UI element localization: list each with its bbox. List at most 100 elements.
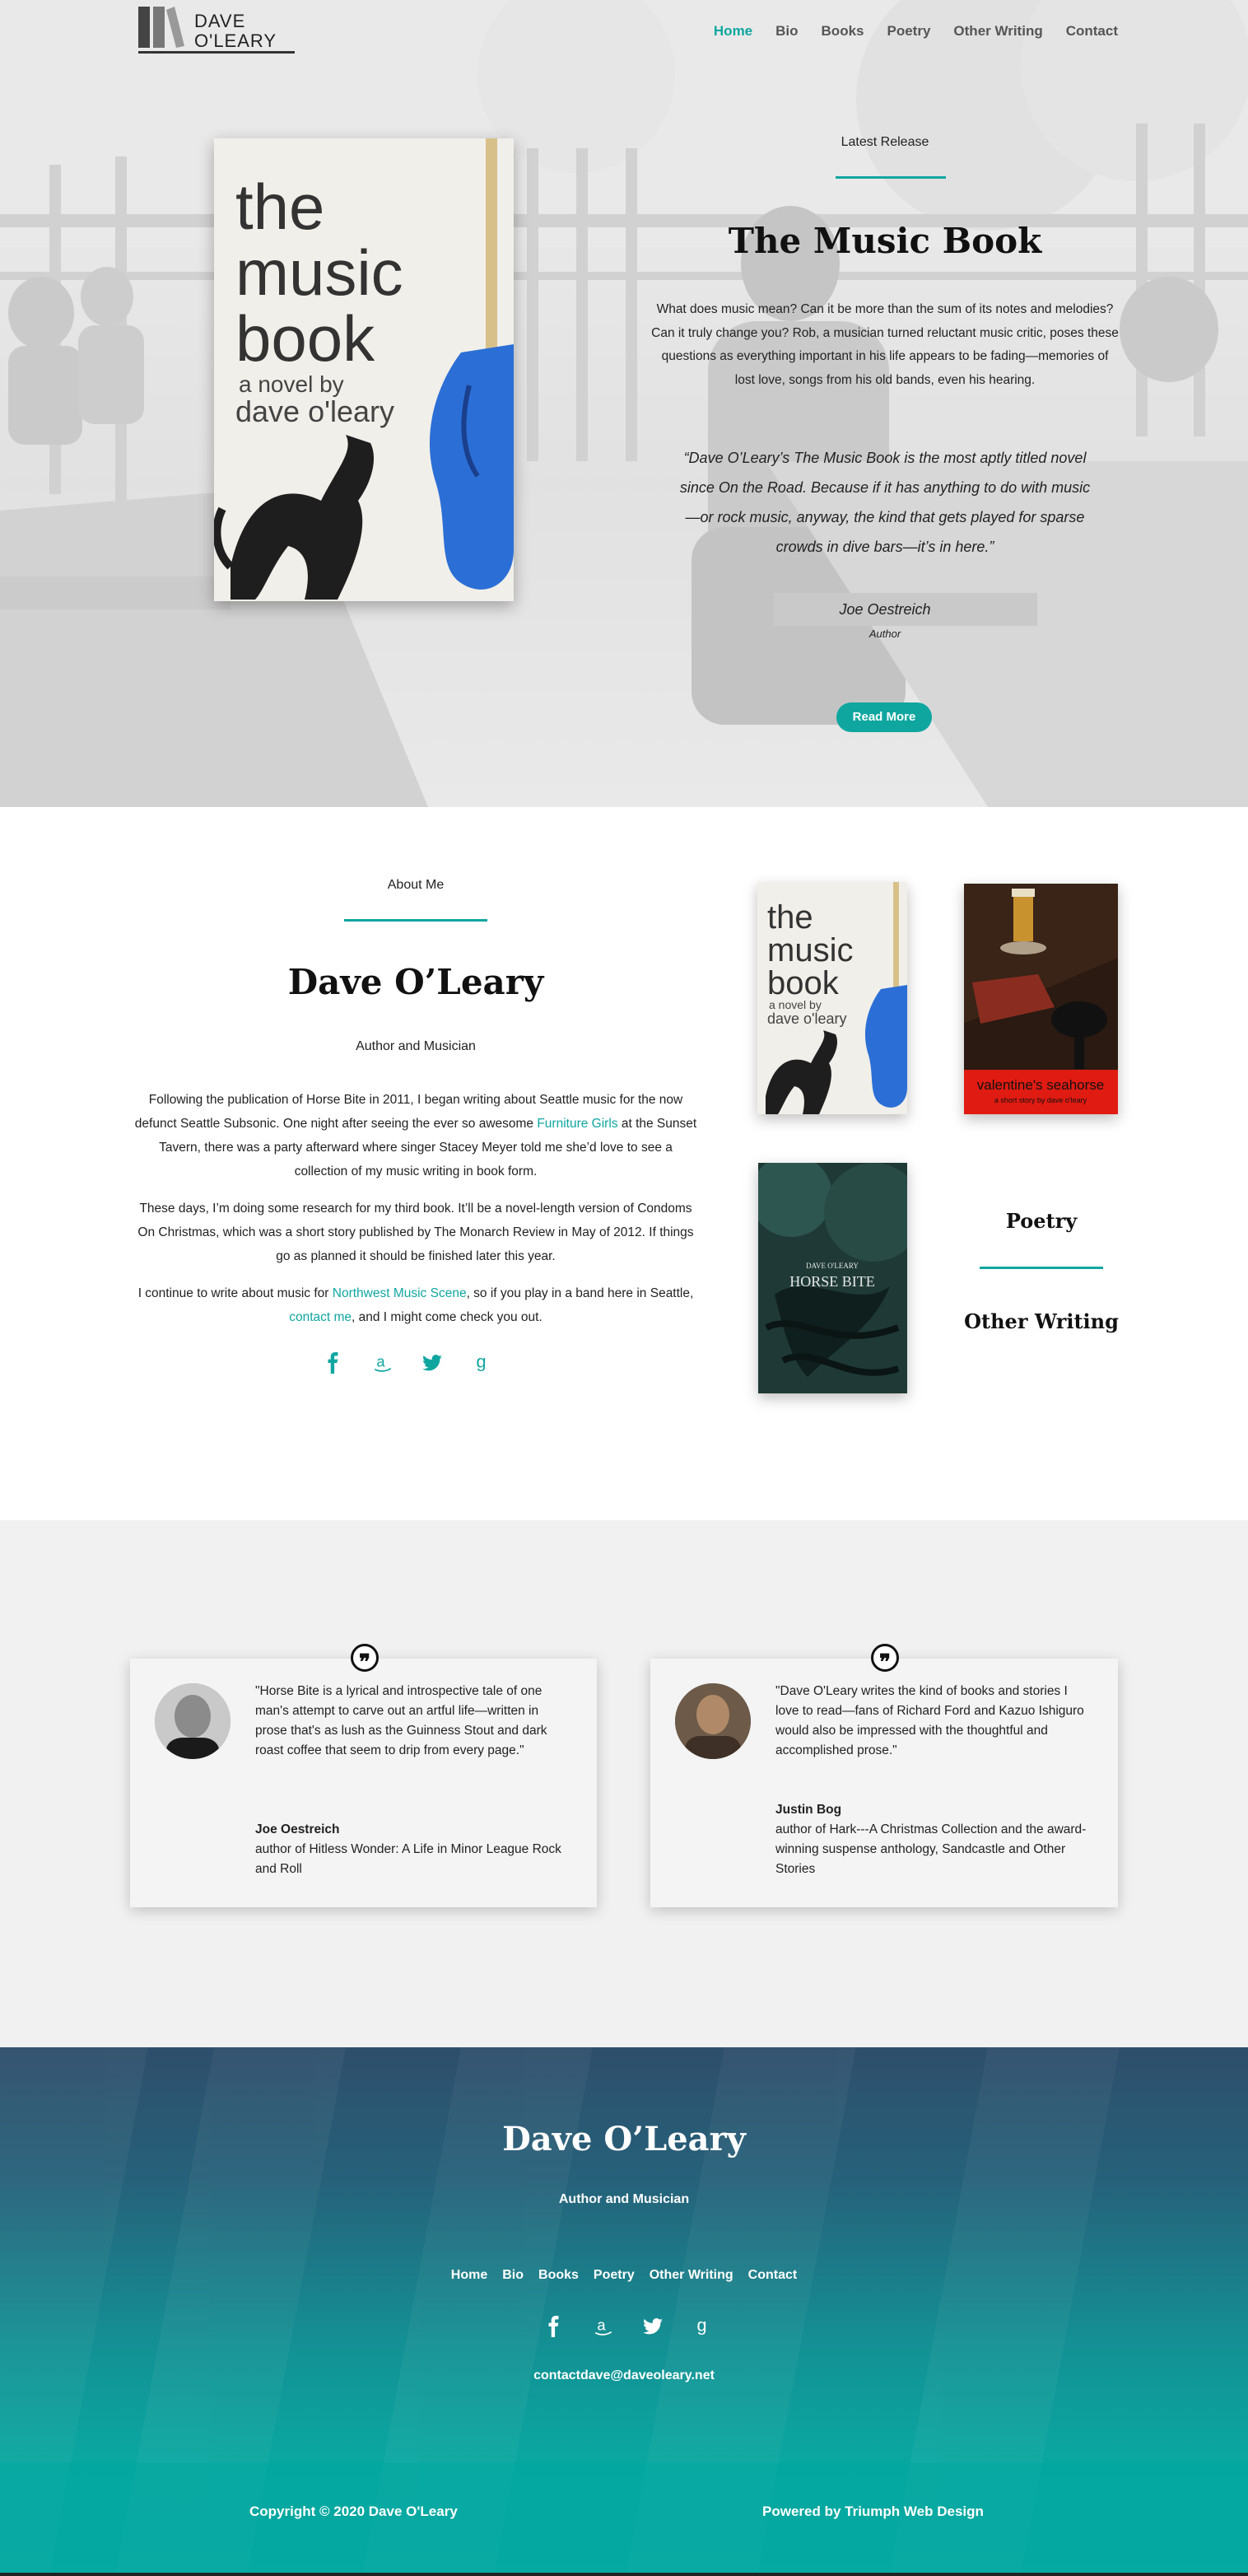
- testimonial-quote: "Horse Bite is a lyrical and introspecti…: [255, 1684, 547, 1757]
- logo-mark-icon: [138, 7, 184, 48]
- latest-release-cite-name: Joe Oestreich: [839, 601, 931, 618]
- nav-books[interactable]: Books: [822, 23, 864, 40]
- svg-text:a: a: [597, 2316, 606, 2333]
- book-thumb-music-book[interactable]: the music book a novel by dave o'leary: [757, 882, 907, 1114]
- about-label: About Me: [387, 878, 445, 892]
- avatar-joe-oestreich: [155, 1683, 231, 1759]
- about-divider: [344, 919, 487, 922]
- logo-line-2: O'LEARY: [194, 30, 277, 51]
- footer-baseline: [0, 2573, 1248, 2576]
- svg-text:g: g: [477, 1352, 487, 1371]
- hero-book-cover[interactable]: the music book a novel by dave o'leary: [214, 138, 514, 601]
- thumb-byline-1: a novel by: [769, 998, 822, 1011]
- svg-text:g: g: [697, 2316, 707, 2335]
- contact-me-link[interactable]: contact me: [289, 1310, 352, 1324]
- footer-social-links: a g: [542, 2314, 715, 2339]
- twitter-icon[interactable]: [640, 2314, 665, 2339]
- avatar: [675, 1683, 751, 1759]
- footer-powered-by-link[interactable]: Powered by Triumph Web Design: [762, 2504, 984, 2520]
- avatar: [155, 1683, 231, 1759]
- goodreads-icon[interactable]: g: [469, 1351, 494, 1375]
- northwest-music-scene-link[interactable]: Northwest Music Scene: [333, 1286, 467, 1300]
- hero-cover-art: the music book a novel by dave o'leary: [214, 138, 514, 601]
- testimonial-author: Justin Bog author of Hark---A Christmas …: [775, 1800, 1092, 1879]
- horse-bite-title: HORSE BITE: [789, 1273, 875, 1290]
- about-social-links: a g: [321, 1351, 494, 1375]
- book-thumb-valentines-seahorse[interactable]: valentine's seahorse a short story by da…: [964, 884, 1118, 1114]
- latest-release-label: Latest Release: [841, 135, 929, 149]
- nav-contact[interactable]: Contact: [1066, 23, 1118, 40]
- furniture-girls-link[interactable]: Furniture Girls: [537, 1117, 617, 1131]
- thumb-word-book: book: [767, 965, 840, 1001]
- quote-icon: ❞: [871, 1644, 899, 1674]
- nav-bio[interactable]: Bio: [775, 23, 798, 40]
- nav-poetry[interactable]: Poetry: [887, 23, 931, 40]
- logo-text: DAVE O'LEARY: [194, 12, 277, 51]
- testimonial-author: Joe Oestreich author of Hitless Wonder: …: [255, 1820, 572, 1879]
- site-header: DAVE O'LEARY Home Bio Books Poetry Other…: [0, 0, 1248, 66]
- footer-email-link[interactable]: contactdave@daveoleary.net: [377, 2368, 871, 2383]
- side-links-divider: [980, 1267, 1103, 1269]
- footer-nav-books[interactable]: Books: [538, 2268, 579, 2283]
- valentine-byline: a short story by dave o'leary: [994, 1096, 1087, 1104]
- footer-copyright: Copyright © 2020 Dave O'Leary: [249, 2504, 458, 2519]
- testimonial-author-role: author of Hitless Wonder: A Life in Mino…: [255, 1842, 561, 1876]
- cover-word-music: music: [235, 236, 403, 309]
- footer-nav-bio[interactable]: Bio: [502, 2268, 524, 2283]
- horse-bite-author: DAVE O'LEARY: [806, 1262, 859, 1270]
- about-paragraph-1: Following the publication of Horse Bite …: [132, 1088, 700, 1183]
- footer-nav-other-writing[interactable]: Other Writing: [650, 2268, 733, 2283]
- about-p3-text-c: , and I might come check you out.: [352, 1310, 543, 1324]
- latest-release-quote: “Dave O’Leary’s The Music Book is the mo…: [679, 450, 1091, 555]
- hero-section: DAVE O'LEARY Home Bio Books Poetry Other…: [0, 0, 1248, 807]
- main-nav: Home Bio Books Poetry Other Writing Cont…: [714, 23, 1118, 40]
- site-logo[interactable]: DAVE O'LEARY: [138, 7, 295, 54]
- about-paragraph-2: These days, I’m doing some research for …: [137, 1202, 694, 1263]
- facebook-icon[interactable]: [321, 1351, 346, 1375]
- about-name: Dave O’Leary: [287, 962, 544, 1002]
- svg-text:a: a: [376, 1352, 385, 1370]
- footer-nav-poetry[interactable]: Poetry: [594, 2268, 635, 2283]
- about-p3-text-b: , so if you play in a band here in Seatt…: [466, 1286, 694, 1300]
- testimonial-quote: "Dave O'Leary writes the kind of books a…: [775, 1684, 1084, 1757]
- footer-nav-home[interactable]: Home: [451, 2268, 487, 2283]
- twitter-icon[interactable]: [420, 1351, 445, 1375]
- goodreads-icon[interactable]: g: [690, 2314, 715, 2339]
- footer-name: Dave O’Leary: [502, 2120, 746, 2158]
- footer-bottom-bar: [0, 2462, 1248, 2576]
- hero-overlay: [0, 0, 1248, 807]
- valentine-thumb-art: valentine's seahorse a short story by da…: [964, 884, 1118, 1114]
- amazon-icon[interactable]: a: [370, 1351, 395, 1375]
- music-book-thumb-art: the music book a novel by dave o'leary: [757, 882, 907, 1114]
- footer-nav-contact[interactable]: Contact: [748, 2268, 798, 2283]
- nav-home[interactable]: Home: [714, 23, 752, 40]
- quote-icon: ❞: [351, 1644, 379, 1674]
- cover-word-book: book: [235, 302, 375, 375]
- testimonial-author-name: Justin Bog: [775, 1803, 842, 1817]
- footer-nav: Home Bio Books Poetry Other Writing Cont…: [0, 2268, 1248, 2283]
- logo-underline: [138, 51, 295, 54]
- amazon-icon[interactable]: a: [591, 2314, 616, 2339]
- testimonial-author-role: author of Hark---A Christmas Collection …: [775, 1822, 1087, 1876]
- testimonial-card: ❞ "Horse Bite is a lyrical and introspec…: [130, 1644, 597, 1907]
- poetry-link[interactable]: Poetry: [947, 1209, 1136, 1233]
- logo-line-1: DAVE: [194, 11, 246, 31]
- cover-word-the: the: [235, 170, 324, 243]
- testimonial-author-name: Joe Oestreich: [255, 1822, 340, 1836]
- valentine-title: valentine's seahorse: [977, 1077, 1104, 1093]
- about-p3-text-a: I continue to write about music for: [137, 1286, 333, 1300]
- nav-other-writing[interactable]: Other Writing: [953, 23, 1042, 40]
- testimonial-card: ❞ "Dave O'Leary writes the kind of books…: [650, 1644, 1118, 1907]
- other-writing-link[interactable]: Other Writing: [947, 1309, 1136, 1333]
- latest-release-divider: [836, 176, 946, 179]
- horse-bite-thumb-art: DAVE O'LEARY HORSE BITE: [758, 1163, 907, 1393]
- facebook-icon[interactable]: [542, 2314, 566, 2339]
- cover-byline-2: dave o'leary: [235, 394, 394, 428]
- cover-byline-1: a novel by: [239, 371, 344, 397]
- site-footer: Dave O’Leary Author and Musician Home Bi…: [0, 2047, 1248, 2576]
- read-more-button[interactable]: Read More: [836, 702, 932, 732]
- book-thumb-horse-bite[interactable]: DAVE O'LEARY HORSE BITE: [758, 1163, 907, 1393]
- footer-subtitle: Author and Musician: [558, 2192, 690, 2206]
- thumb-byline-2: dave o'leary: [767, 1010, 847, 1027]
- latest-release-title: The Music Book: [728, 221, 1042, 261]
